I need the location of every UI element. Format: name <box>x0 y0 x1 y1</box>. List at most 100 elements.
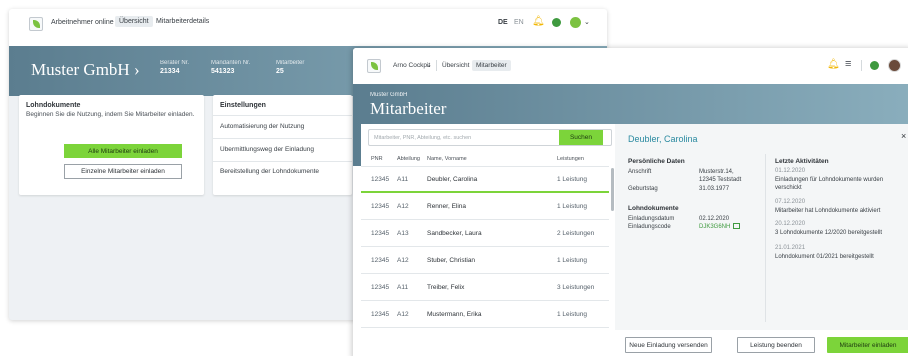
company-name: Muster GmbH <box>370 92 408 98</box>
app-switcher[interactable]: Arno Cockpit <box>393 62 430 69</box>
cell-department: A13 <box>397 230 409 237</box>
cell-pnr: 12345 <box>371 230 390 237</box>
stat-advisor-number: Berater Nr. 21334 <box>160 60 190 75</box>
invite-code-label: Einladungscode <box>628 224 671 230</box>
cell-pnr: 12345 <box>371 257 390 264</box>
employee-detail-panel: Deubler, Carolina × Persönliche Daten An… <box>615 124 908 356</box>
back-app-name[interactable]: Arbeitnehmer online <box>51 19 114 26</box>
column-header-name[interactable]: Name, Vorname <box>427 156 467 162</box>
cell-name: Renner, Elina <box>427 203 467 210</box>
cell-pnr: 12345 <box>371 284 390 291</box>
table-row[interactable]: 12345 A12 Stuber, Christian 1 Leistung <box>361 248 609 274</box>
activity-text: 3 Lohndokumente 12/2020 bereitgestellt <box>775 230 883 236</box>
chevron-right-icon: › <box>133 60 140 79</box>
cell-services: 1 Leistung <box>557 257 587 264</box>
payroll-docs-heading: Lohndokumente <box>628 205 679 212</box>
user-icon[interactable] <box>570 17 581 28</box>
table-row[interactable]: 12345 A12 Renner, Elina 1 Leistung <box>361 194 609 220</box>
bell-icon[interactable]: 🔔︎ <box>827 60 840 70</box>
activity-text: Mitarbeiter hat Lohndokumente aktiviert <box>775 208 881 214</box>
chevron-down-icon[interactable]: ⌄ <box>584 18 590 26</box>
invite-code-value: DJK3G6NH <box>699 223 741 231</box>
activity-text: Lohndokument 01/2021 bereitgestellt <box>775 254 874 260</box>
cell-name: Treiber, Felix <box>427 284 465 291</box>
divider <box>213 138 352 139</box>
cell-name: Deubler, Carolina <box>427 176 478 183</box>
cell-department: A11 <box>397 176 409 183</box>
end-service-button[interactable]: Leistung beenden <box>737 337 815 353</box>
scrollbar[interactable] <box>611 168 614 211</box>
invite-date-label: Einladungsdatum <box>628 216 675 222</box>
logo-icon[interactable] <box>29 17 43 31</box>
cell-name: Mustermann, Erika <box>427 311 482 318</box>
stat-client-number: Mandanten Nr. 541323 <box>211 60 251 75</box>
bell-icon[interactable]: 🔔︎ <box>532 17 545 27</box>
cell-services: 1 Leistung <box>557 203 587 210</box>
table-row[interactable]: 12345 A12 Mustermann, Erika 1 Leistung <box>361 302 609 328</box>
search-button[interactable]: Suchen <box>559 130 603 145</box>
invite-all-button[interactable]: Alle Mitarbeiter einladen <box>64 144 182 158</box>
back-tab-employee-details[interactable]: Mitarbeiterdetails <box>156 18 209 25</box>
settings-item-provision[interactable]: Bereitstellung der Lohndokumente <box>220 168 348 175</box>
cell-pnr: 12345 <box>371 311 390 318</box>
divider <box>861 60 862 71</box>
tab-employees[interactable]: Mitarbeiter <box>472 60 511 71</box>
settings-item-automation[interactable]: Automatisierung der Nutzung <box>220 123 348 130</box>
avatar[interactable] <box>888 59 901 72</box>
stat-employees: Mitarbeiter 25 <box>276 60 305 75</box>
divider <box>213 161 352 162</box>
settings-card: Einstellungen Automatisierung der Nutzun… <box>213 95 352 195</box>
table-row[interactable]: 12345 A11 Treiber, Felix 3 Leistungen <box>361 275 609 301</box>
chevron-down-icon[interactable]: ⌄ <box>426 61 432 69</box>
settings-item-transmission[interactable]: Übermittlungsweg der Einladung <box>220 146 348 153</box>
activity-date: 07.12.2020 <box>775 199 806 205</box>
cell-services: 2 Leistungen <box>557 230 595 237</box>
activities-heading: Letzte Aktivitäten <box>775 158 829 165</box>
card-description: Beginnen Sie die Nutzung, indem Sie Mita… <box>26 111 195 118</box>
cell-name: Stuber, Christian <box>427 257 476 264</box>
invite-date-value: 02.12.2020 <box>699 216 730 222</box>
page-title: Mitarbeiter <box>370 99 447 118</box>
back-tab-overview[interactable]: Übersicht <box>115 16 153 27</box>
cell-department: A12 <box>397 311 409 318</box>
activity-date: 01.12.2020 <box>775 168 806 174</box>
card-title: Einstellungen <box>220 102 266 109</box>
search-input[interactable] <box>370 131 555 144</box>
invite-single-button[interactable]: Einzelne Mitarbeiter einladen <box>64 164 182 179</box>
front-top-nav: Arno Cockpit ⌄ Übersicht Mitarbeiter 🔔︎ … <box>353 48 908 84</box>
lang-en[interactable]: EN <box>514 19 524 26</box>
cell-name: Sandbecker, Laura <box>427 230 482 237</box>
cell-services: 3 Leistungen <box>557 284 595 291</box>
tab-overview[interactable]: Übersicht <box>442 62 469 69</box>
logo-icon[interactable] <box>367 59 381 73</box>
copy-icon[interactable] <box>733 223 741 229</box>
column-header-services[interactable]: Leistungen <box>557 156 584 162</box>
lang-de[interactable]: DE <box>498 19 508 26</box>
divider <box>213 115 352 116</box>
search-bar: Suchen <box>368 129 612 146</box>
personal-data-heading: Persönliche Daten <box>628 158 685 165</box>
payroll-documents-card: Lohndokumente Beginnen Sie die Nutzung, … <box>19 95 204 195</box>
column-header-pnr[interactable]: PNR <box>371 156 383 162</box>
table-row[interactable]: 12345 A13 Sandbecker, Laura 2 Leistungen <box>361 221 609 247</box>
card-title: Lohndokumente <box>26 102 81 109</box>
back-top-nav: Arbeitnehmer online Übersicht Mitarbeite… <box>9 9 607 46</box>
cell-pnr: 12345 <box>371 176 390 183</box>
help-icon[interactable] <box>552 18 561 27</box>
employee-name: Deubler, Carolina <box>628 134 698 144</box>
column-header-department[interactable]: Abteilung <box>397 156 420 162</box>
activity-date: 20.12.2020 <box>775 221 806 227</box>
help-icon[interactable] <box>870 61 879 70</box>
company-name[interactable]: Muster GmbH › <box>31 60 140 80</box>
resend-invite-button[interactable]: Neue Einladung versenden <box>625 337 712 353</box>
close-icon[interactable]: × <box>901 131 906 141</box>
cell-services: 1 Leistung <box>557 176 587 183</box>
invite-employee-button[interactable]: Mitarbeiter einladen <box>827 337 908 353</box>
cell-department: A12 <box>397 203 409 210</box>
table-row[interactable]: 12345 A11 Deubler, Carolina 1 Leistung <box>361 167 609 193</box>
cell-department: A11 <box>397 284 409 291</box>
detail-footer: Neue Einladung versenden Leistung beende… <box>615 330 908 356</box>
activity-date: 21.01.2021 <box>775 245 806 251</box>
address-value: Musterstr.14, 12345 Teststadt <box>699 169 742 183</box>
menu-icon[interactable]: ≡ <box>845 59 851 70</box>
